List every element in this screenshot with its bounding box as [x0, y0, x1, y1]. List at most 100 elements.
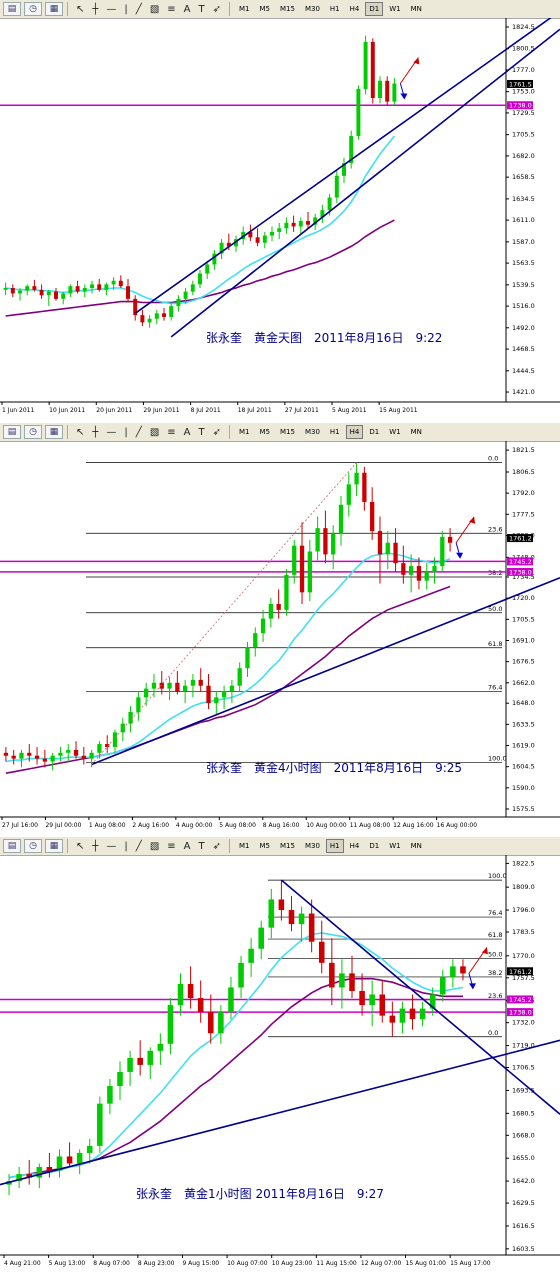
timeframe-m1[interactable]: M1 — [235, 839, 254, 853]
price-tick-label: 1492.0 — [512, 324, 535, 332]
timeframe-w1[interactable]: W1 — [385, 839, 404, 853]
text-label-icon[interactable]: T — [199, 841, 205, 852]
timeframe-h4[interactable]: H4 — [346, 2, 364, 16]
candle-body — [39, 289, 44, 296]
chart-toolbar: ▤ ◷ ▦ ↖ ┼ — | ╱ ▧ ≡ A T ➶ M1 M5 M15 M30 … — [0, 837, 560, 856]
timeframe-m30[interactable]: M30 — [301, 839, 324, 853]
fibonacci-level-label: 61.8 — [488, 640, 502, 648]
fibonacci-icon[interactable]: ≡ — [167, 427, 175, 438]
channel-icon[interactable]: ▧ — [150, 841, 159, 852]
trendline-icon[interactable]: ╱ — [136, 4, 142, 15]
candle-body — [97, 284, 102, 290]
templates-icon[interactable]: ▦ — [45, 2, 63, 16]
templates-icon[interactable]: ▦ — [45, 839, 63, 853]
timeframe-h1[interactable]: H1 — [326, 425, 344, 439]
text-tool-icon[interactable]: A — [184, 841, 191, 852]
timeframe-m15[interactable]: M15 — [276, 839, 299, 853]
horizontal-line-icon[interactable]: — — [106, 4, 116, 15]
arrow-tool-icon[interactable]: ➶ — [213, 841, 221, 852]
h4-chart[interactable]: 1821.51806.51792.01777.51763.01748.01734… — [0, 441, 560, 837]
toolbar-divider — [229, 425, 231, 439]
candle-body — [97, 1103, 103, 1146]
arrow-tool-icon[interactable]: ➶ — [213, 427, 221, 438]
candle-body — [206, 685, 211, 704]
cursor-icon[interactable]: ↖ — [76, 841, 84, 852]
timeframe-m30[interactable]: M30 — [301, 2, 324, 16]
period-icon[interactable]: ◷ — [24, 839, 42, 853]
candle-body — [11, 755, 16, 759]
timeframe-h4[interactable]: H4 — [346, 839, 364, 853]
fibonacci-icon[interactable]: ≡ — [167, 841, 175, 852]
chart-properties-icon[interactable]: ▤ — [3, 425, 21, 439]
trendline-icon[interactable]: ╱ — [136, 427, 142, 438]
channel-icon[interactable]: ▧ — [150, 4, 159, 15]
period-icon[interactable]: ◷ — [24, 2, 42, 16]
text-label-icon[interactable]: T — [199, 427, 205, 438]
candle-body — [81, 755, 86, 759]
timeframe-m15[interactable]: M15 — [276, 2, 299, 16]
candle-body — [331, 533, 336, 555]
price-tag-label: 1761.2 — [509, 535, 532, 543]
timeframe-m30[interactable]: M30 — [301, 425, 324, 439]
text-tool-icon[interactable]: A — [184, 427, 191, 438]
candle-body — [107, 1086, 113, 1104]
h1-chart[interactable]: 1822.51809.01796.01783.51770.01757.51744… — [0, 855, 560, 1273]
timeframe-d1[interactable]: D1 — [365, 2, 384, 16]
trendline-icon[interactable]: ╱ — [136, 841, 142, 852]
candle-body — [66, 749, 71, 753]
horizontal-line-icon[interactable]: — — [106, 427, 116, 438]
cursor-icon[interactable]: ↖ — [76, 4, 84, 15]
templates-icon[interactable]: ▦ — [45, 425, 63, 439]
daily-chart[interactable]: 1824.51800.51777.01753.01729.51705.51682… — [0, 18, 560, 423]
chart-title: 张永奎 黄金天图 2011年8月16日 9:22 — [206, 330, 442, 345]
candle-body — [401, 563, 406, 575]
crosshair-icon[interactable]: ┼ — [92, 427, 98, 438]
arrow-tool-icon[interactable]: ➶ — [213, 4, 221, 15]
timeframe-d1[interactable]: D1 — [365, 425, 383, 439]
timeframe-mn[interactable]: MN — [407, 425, 426, 439]
candle-body — [329, 962, 335, 988]
timeframe-m5[interactable]: M5 — [256, 425, 275, 439]
timeframe-w1[interactable]: W1 — [385, 425, 404, 439]
fibonacci-level-label: 50.0 — [488, 950, 502, 958]
time-tick-label: 10 Aug 07:00 — [227, 1260, 268, 1267]
candle-body — [10, 288, 15, 294]
timeframe-w1[interactable]: W1 — [385, 2, 404, 16]
timeframe-m15[interactable]: M15 — [276, 425, 299, 439]
vertical-line-icon[interactable]: | — [124, 841, 127, 852]
candle-body — [354, 472, 359, 485]
candle-body — [370, 41, 375, 98]
fibonacci-level-label: 38.2 — [488, 569, 502, 577]
chart-properties-icon[interactable]: ▤ — [3, 839, 21, 853]
candle-body — [349, 973, 355, 991]
crosshair-icon[interactable]: ┼ — [92, 841, 98, 852]
timeframe-h1[interactable]: H1 — [325, 839, 344, 853]
timeframe-d1[interactable]: D1 — [365, 839, 383, 853]
candle-body — [284, 574, 289, 610]
timeframe-h4[interactable]: H4 — [345, 425, 364, 439]
channel-icon[interactable]: ▧ — [150, 427, 159, 438]
timeframe-m5[interactable]: M5 — [256, 839, 275, 853]
candle-body — [389, 1015, 396, 1023]
chart-properties-icon[interactable]: ▤ — [3, 2, 21, 16]
chart-title: 张永奎 黄金1小时图 2011年8月16日 9:27 — [136, 1186, 384, 1201]
price-tick-label: 1729.5 — [512, 109, 535, 117]
text-tool-icon[interactable]: A — [184, 4, 191, 15]
time-tick-label: 10 Jun 2011 — [49, 407, 85, 414]
timeframe-mn[interactable]: MN — [407, 2, 426, 16]
cursor-icon[interactable]: ↖ — [76, 427, 84, 438]
vertical-line-icon[interactable]: | — [124, 4, 127, 15]
period-icon[interactable]: ◷ — [24, 425, 42, 439]
candle-body — [307, 551, 312, 593]
horizontal-line-icon[interactable]: — — [106, 841, 116, 852]
candle-body — [205, 264, 210, 274]
timeframe-h1[interactable]: H1 — [326, 2, 344, 16]
timeframe-m5[interactable]: M5 — [256, 2, 275, 16]
text-label-icon[interactable]: T — [199, 4, 205, 15]
timeframe-mn[interactable]: MN — [407, 839, 426, 853]
crosshair-icon[interactable]: ┼ — [92, 4, 98, 15]
vertical-line-icon[interactable]: | — [124, 427, 127, 438]
fibonacci-icon[interactable]: ≡ — [167, 4, 175, 15]
timeframe-m1[interactable]: M1 — [235, 2, 254, 16]
timeframe-m1[interactable]: M1 — [235, 425, 254, 439]
